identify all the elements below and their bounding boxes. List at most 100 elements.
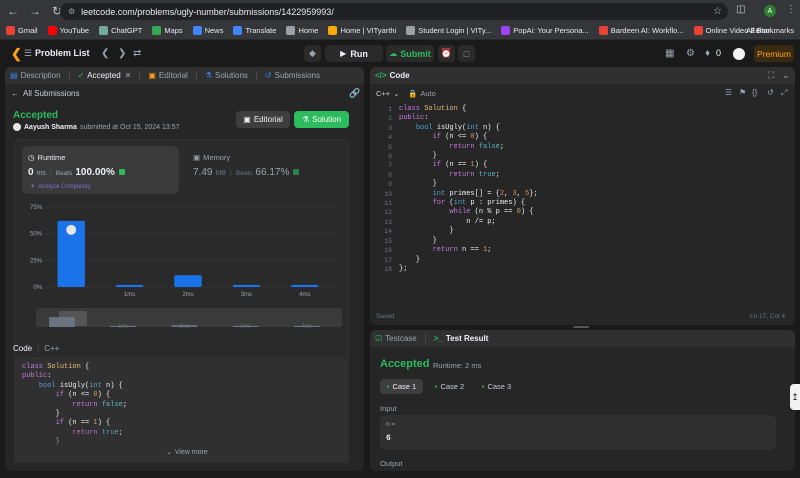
chart-bar[interactable] bbox=[115, 284, 144, 287]
extensions-icon[interactable]: ◫ bbox=[736, 4, 745, 15]
code-line[interactable]: while (n % p == 0) { bbox=[399, 208, 538, 217]
code-line[interactable]: return n == 1; bbox=[399, 246, 538, 255]
format-icon[interactable]: ☰ bbox=[725, 88, 732, 97]
bookmark-item[interactable]: Maps bbox=[152, 26, 183, 35]
code-line[interactable]: }; bbox=[399, 265, 538, 274]
chart-bar[interactable] bbox=[232, 284, 261, 287]
fullscreen-icon[interactable]: ⤢ bbox=[781, 88, 787, 98]
chart-bar[interactable] bbox=[291, 284, 319, 287]
bookmark-item[interactable]: Translate bbox=[233, 26, 276, 35]
next-problem-icon[interactable]: ❯ bbox=[118, 48, 126, 59]
profile-avatar[interactable]: A bbox=[764, 5, 776, 17]
leetcode-logo-icon[interactable]: ❮ bbox=[11, 46, 23, 61]
bookmark-item[interactable]: Student Login | VITy... bbox=[406, 26, 491, 35]
bookmark-item[interactable]: PopAi: Your Persona... bbox=[501, 26, 589, 35]
tab-editorial[interactable]: ▣ Editorial bbox=[148, 71, 187, 80]
run-button[interactable]: ▶ Run bbox=[325, 45, 383, 62]
maximize-icon[interactable]: ⛶ bbox=[768, 70, 774, 81]
code-line[interactable]: if (n == 1) { bbox=[399, 161, 538, 170]
all-submissions-link[interactable]: ← All Submissions bbox=[11, 89, 79, 98]
code-line[interactable]: } bbox=[399, 180, 538, 189]
runtime-card[interactable]: ◷ Runtime 0 ms | Beats 100.00% ✦ Analyze C… bbox=[22, 146, 179, 194]
bookmark-item[interactable]: Gmail bbox=[6, 26, 38, 35]
code-line[interactable]: return true; bbox=[399, 171, 538, 180]
line-number: 7 bbox=[388, 162, 392, 170]
code-line[interactable]: int primes[] = {2, 3, 5}; bbox=[399, 190, 538, 199]
code-line[interactable]: if (n <= 0) { bbox=[399, 133, 538, 142]
code-line[interactable]: } bbox=[399, 237, 538, 246]
link-icon[interactable]: 🔗 bbox=[349, 88, 360, 99]
collapse-icon[interactable]: ⌄ bbox=[782, 70, 790, 81]
code-line[interactable]: class Solution { bbox=[399, 105, 538, 114]
bookmark-item[interactable]: News bbox=[192, 26, 223, 35]
problem-list-link[interactable]: Problem List bbox=[35, 48, 90, 58]
tab-description[interactable]: ▤ Description bbox=[10, 71, 61, 80]
settings-icon[interactable]: ⚙ bbox=[686, 48, 695, 59]
overview-bar bbox=[49, 317, 75, 327]
bookmark-label: ChatGPT bbox=[111, 26, 143, 35]
bookmark-item[interactable]: Home | VITyarthi bbox=[328, 26, 396, 35]
bookmark-item[interactable]: ChatGPT bbox=[99, 26, 142, 35]
premium-button[interactable]: Premium bbox=[754, 45, 794, 62]
site-info-icon[interactable]: ⚙ bbox=[68, 7, 75, 16]
runtime-header: ◷ Runtime bbox=[28, 153, 65, 162]
editor-tab-bar: </> Code ⛶ ⌄ bbox=[370, 67, 795, 84]
chart-bar[interactable] bbox=[174, 275, 202, 287]
code-line[interactable]: } bbox=[399, 256, 538, 265]
reset-icon[interactable]: ↺ bbox=[767, 88, 774, 97]
code-line[interactable]: } bbox=[399, 227, 538, 236]
view-more-button[interactable]: ⌄ View more bbox=[166, 448, 208, 457]
layout-icon[interactable]: ▦ bbox=[665, 48, 674, 59]
tab-accepted-label: Accepted bbox=[87, 71, 121, 80]
bookmark-item[interactable]: Home bbox=[286, 26, 318, 35]
bug-icon[interactable]: ◆ bbox=[304, 45, 321, 62]
tab-code[interactable]: </> Code bbox=[375, 71, 410, 80]
code-line[interactable]: n /= p; bbox=[399, 218, 538, 227]
editorial-button[interactable]: ▣ Editorial bbox=[236, 111, 290, 128]
braces-icon[interactable]: {} bbox=[752, 88, 757, 97]
case-tab-1[interactable]: • Case 1 bbox=[380, 379, 423, 394]
language-select[interactable]: C++ ⌄ bbox=[376, 89, 399, 98]
code-line[interactable]: public: bbox=[399, 114, 538, 123]
code-line[interactable]: for (int p : primes) { bbox=[399, 199, 538, 208]
tab-accepted[interactable]: ✓ Accepted ✕ bbox=[78, 71, 132, 80]
submit-button[interactable]: ☁ Submit bbox=[386, 45, 434, 62]
menu-icon[interactable]: ⋮ bbox=[786, 4, 796, 15]
tab-solutions[interactable]: ⚗ Solutions bbox=[205, 71, 248, 80]
address-bar[interactable]: ⚙ leetcode.com/problems/ugly-number/subm… bbox=[60, 3, 728, 20]
submitter-name[interactable]: Aayush Sharma bbox=[24, 124, 77, 131]
leaf-icon bbox=[293, 169, 300, 175]
tab-testcase[interactable]: ☑ Testcase bbox=[375, 334, 417, 343]
bookmark-item[interactable]: YouTube bbox=[47, 26, 89, 35]
code-line[interactable]: } bbox=[399, 152, 538, 161]
bookmark-star-icon[interactable]: ☆ bbox=[713, 6, 722, 17]
case-tab-2[interactable]: • Case 2 bbox=[428, 379, 471, 394]
close-tab-icon[interactable]: ✕ bbox=[125, 71, 132, 80]
code-label: Code bbox=[13, 344, 33, 353]
alarm-icon[interactable]: ⏰ bbox=[438, 45, 455, 62]
bookmark-icon[interactable]: ⚑ bbox=[739, 88, 746, 97]
user-avatar[interactable] bbox=[733, 48, 745, 60]
code-editor[interactable]: class Solution {public: bool isUgly(int … bbox=[399, 105, 538, 274]
tab-submissions[interactable]: ↺ Submissions bbox=[265, 71, 320, 80]
panel-resizer[interactable] bbox=[573, 326, 589, 328]
code-line[interactable]: return false; bbox=[399, 143, 538, 152]
tab-test-result[interactable]: >_ Test Result bbox=[434, 334, 489, 343]
back-icon[interactable]: ← bbox=[4, 2, 22, 20]
side-panel-grip[interactable]: ↥ bbox=[790, 384, 800, 410]
prev-problem-icon[interactable]: ❮ bbox=[101, 48, 109, 59]
forward-icon[interactable]: → bbox=[26, 2, 44, 20]
auto-toggle[interactable]: 🔒 Auto bbox=[408, 89, 436, 98]
fire-icon[interactable]: ♦ bbox=[705, 48, 710, 59]
shuffle-icon[interactable]: ⇄ bbox=[133, 48, 141, 59]
list-icon[interactable]: ☰ bbox=[24, 48, 32, 59]
solution-button[interactable]: ⚗ Solution bbox=[294, 111, 349, 128]
all-bookmarks-folder[interactable]: All Bookmarks bbox=[746, 26, 794, 35]
youtube-icon bbox=[47, 26, 57, 35]
bookmark-item[interactable]: Bardeen AI: Workflo... bbox=[598, 26, 684, 35]
analyze-complexity-link[interactable]: ✦ Analyze Complexity bbox=[30, 183, 91, 191]
note-icon[interactable]: □ bbox=[458, 45, 475, 62]
code-line[interactable]: bool isUgly(int n) { bbox=[399, 124, 538, 133]
case-tab-3[interactable]: • Case 3 bbox=[475, 379, 518, 394]
memory-card[interactable]: ▣ Memory 7.49 MB | Beats 66.17% bbox=[191, 146, 341, 194]
